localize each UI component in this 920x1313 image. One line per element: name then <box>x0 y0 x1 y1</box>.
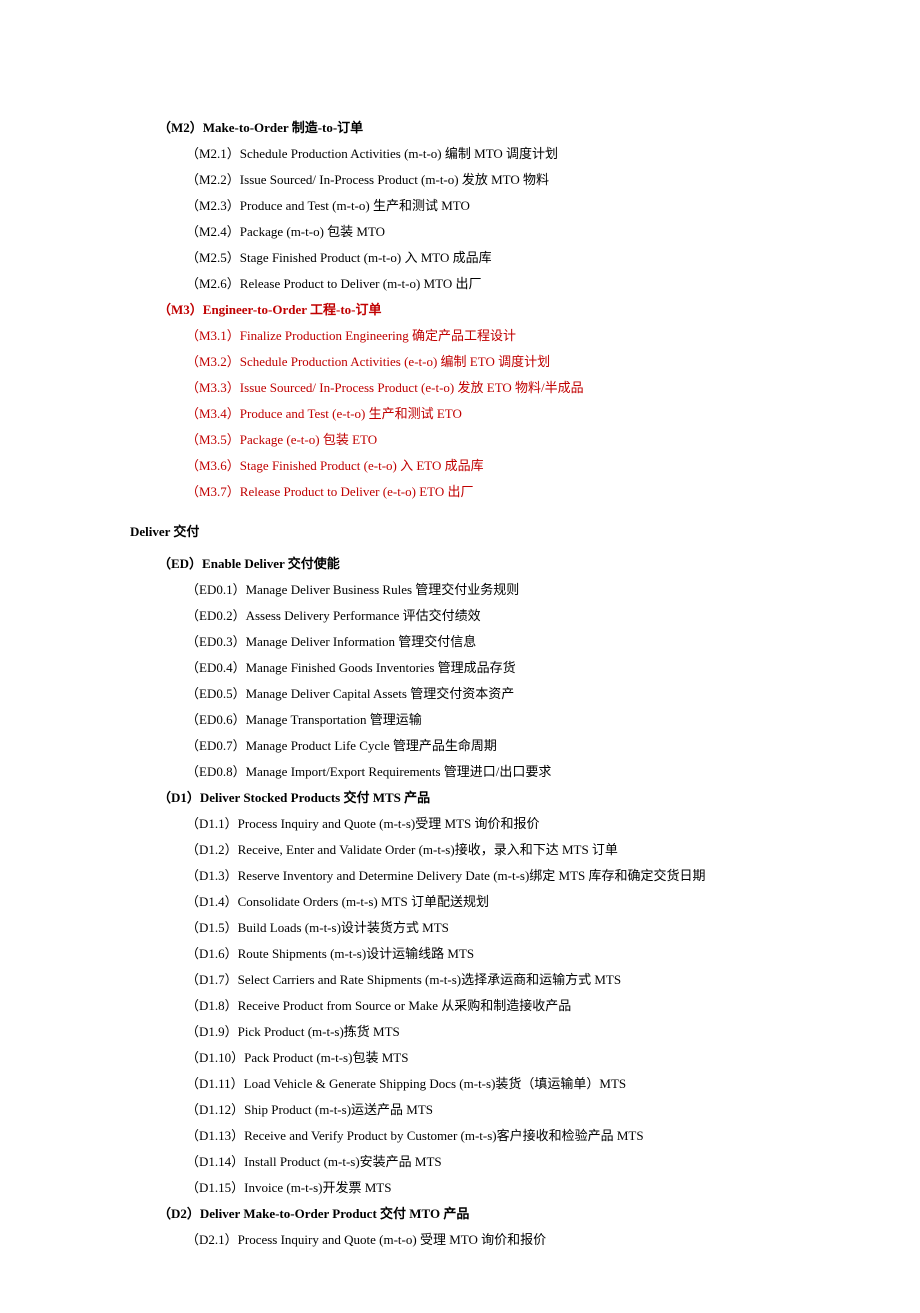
d1-item: （D1.7）Select Carriers and Rate Shipments… <box>186 967 805 993</box>
document-page: （M2）Make-to-Order 制造-to-订单 （M2.1）Schedul… <box>0 0 920 1313</box>
d1-item: （D1.1）Process Inquiry and Quote (m-t-s)受… <box>186 811 805 837</box>
d2-item: （D2.1）Process Inquiry and Quote (m-t-o) … <box>186 1227 805 1253</box>
m2-item: （M2.4）Package (m-t-o) 包装 MTO <box>186 219 805 245</box>
d1-item: （D1.6）Route Shipments (m-t-s)设计运输线路 MTS <box>186 941 805 967</box>
m2-item: （M2.2）Issue Sourced/ In-Process Product … <box>186 167 805 193</box>
m3-item: （M3.1）Finalize Production Engineering 确定… <box>186 323 805 349</box>
m2-item: （M2.1）Schedule Production Activities (m-… <box>186 141 805 167</box>
m3-header: （M3）Engineer-to-Order 工程-to-订单 <box>158 297 805 323</box>
d1-item: （D1.15）Invoice (m-t-s)开发票 MTS <box>186 1175 805 1201</box>
d1-item: （D1.3）Reserve Inventory and Determine De… <box>186 863 805 889</box>
d1-item: （D1.8）Receive Product from Source or Mak… <box>186 993 805 1019</box>
m2-item: （M2.3）Produce and Test (m-t-o) 生产和测试 MTO <box>186 193 805 219</box>
m3-item: （M3.4）Produce and Test (e-t-o) 生产和测试 ETO <box>186 401 805 427</box>
m3-item: （M3.3）Issue Sourced/ In-Process Product … <box>186 375 805 401</box>
m3-item: （M3.5）Package (e-t-o) 包装 ETO <box>186 427 805 453</box>
m2-item: （M2.6）Release Product to Deliver (m-t-o)… <box>186 271 805 297</box>
m3-item: （M3.6）Stage Finished Product (e-t-o) 入 E… <box>186 453 805 479</box>
d1-item: （D1.11）Load Vehicle & Generate Shipping … <box>186 1071 805 1097</box>
ed-item: （ED0.4）Manage Finished Goods Inventories… <box>186 655 805 681</box>
m2-item: （M2.5）Stage Finished Product (m-t-o) 入 M… <box>186 245 805 271</box>
deliver-title: Deliver 交付 <box>130 519 805 545</box>
ed-item: （ED0.6）Manage Transportation 管理运输 <box>186 707 805 733</box>
m3-item: （M3.7）Release Product to Deliver (e-t-o)… <box>186 479 805 505</box>
d1-item: （D1.12）Ship Product (m-t-s)运送产品 MTS <box>186 1097 805 1123</box>
ed-item: （ED0.3）Manage Deliver Information 管理交付信息 <box>186 629 805 655</box>
d1-item: （D1.4）Consolidate Orders (m-t-s) MTS 订单配… <box>186 889 805 915</box>
d1-item: （D1.13）Receive and Verify Product by Cus… <box>186 1123 805 1149</box>
d1-item: （D1.9）Pick Product (m-t-s)拣货 MTS <box>186 1019 805 1045</box>
m2-header: （M2）Make-to-Order 制造-to-订单 <box>158 115 805 141</box>
ed-item: （ED0.7）Manage Product Life Cycle 管理产品生命周… <box>186 733 805 759</box>
d1-header: （D1）Deliver Stocked Products 交付 MTS 产品 <box>158 785 805 811</box>
ed-header: （ED）Enable Deliver 交付使能 <box>158 551 805 577</box>
d1-item: （D1.5）Build Loads (m-t-s)设计装货方式 MTS <box>186 915 805 941</box>
ed-item: （ED0.5）Manage Deliver Capital Assets 管理交… <box>186 681 805 707</box>
d1-item: （D1.10）Pack Product (m-t-s)包装 MTS <box>186 1045 805 1071</box>
d1-item: （D1.14）Install Product (m-t-s)安装产品 MTS <box>186 1149 805 1175</box>
ed-item: （ED0.2）Assess Delivery Performance 评估交付绩… <box>186 603 805 629</box>
m3-item: （M3.2）Schedule Production Activities (e-… <box>186 349 805 375</box>
d1-item: （D1.2）Receive, Enter and Validate Order … <box>186 837 805 863</box>
ed-item: （ED0.1）Manage Deliver Business Rules 管理交… <box>186 577 805 603</box>
d2-header: （D2）Deliver Make-to-Order Product 交付 MTO… <box>158 1201 805 1227</box>
ed-item: （ED0.8）Manage Import/Export Requirements… <box>186 759 805 785</box>
